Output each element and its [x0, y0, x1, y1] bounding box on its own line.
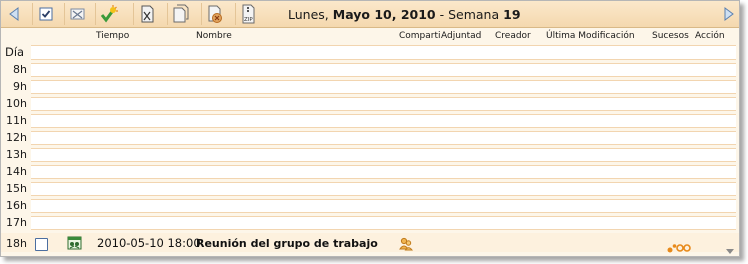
hour-label: 12h	[6, 131, 27, 144]
hour-slot[interactable]	[31, 97, 736, 111]
hour-slot[interactable]	[31, 199, 736, 213]
column-creador[interactable]: Creador	[495, 31, 531, 41]
event-select-checkbox[interactable]	[35, 238, 48, 251]
event-name-link[interactable]: Reunión del grupo de trabajo	[196, 237, 378, 250]
calendar-day-view: ZIP Lunes, Mayo 10, 2010 - Semana 19 Tie…	[0, 0, 740, 257]
day-slot[interactable]	[31, 45, 736, 60]
triangle-right-icon	[724, 7, 734, 21]
hour-label: 9h	[13, 80, 27, 93]
hour-row: 9h	[1, 78, 739, 95]
hour-row: 8h	[1, 61, 739, 78]
shared-people-icon[interactable]	[399, 236, 414, 255]
column-accion[interactable]: Acción	[695, 31, 725, 41]
column-sucesos[interactable]: Sucesos	[652, 31, 689, 41]
toolbar: ZIP Lunes, Mayo 10, 2010 - Semana 19	[1, 1, 739, 28]
hour-label: 10h	[6, 97, 27, 110]
chevron-down-icon[interactable]	[725, 240, 735, 256]
checkbox-check-icon	[39, 7, 52, 21]
hour-label: 8h	[13, 63, 27, 76]
hour-slot[interactable]	[31, 182, 736, 196]
export-zip-button[interactable]: ZIP	[235, 3, 261, 25]
column-header: Tiempo Nombre Comparti Adjuntad Creador …	[1, 28, 739, 44]
triangle-left-icon	[9, 7, 19, 21]
group-meeting-icon	[67, 235, 82, 254]
event-time: 2010-05-10 18:00	[97, 236, 201, 250]
hour-row: 14h	[1, 163, 739, 180]
hour-label: 11h	[6, 114, 27, 127]
svg-text:ZIP: ZIP	[244, 17, 253, 23]
hour-slot[interactable]	[31, 114, 736, 128]
hour-row: 10h	[1, 95, 739, 112]
zip-archive-icon: ZIP	[242, 4, 254, 24]
next-day-button[interactable]	[722, 6, 736, 22]
envelope-x-icon	[70, 8, 85, 20]
hour-label: 18h	[6, 237, 27, 250]
hour-row: 15h	[1, 180, 739, 197]
column-ultima-modificacion[interactable]: Última Modificación	[546, 31, 635, 41]
hour-label: 15h	[6, 182, 27, 195]
event-row[interactable]: 18h 2010-05-10 18:00 Reunión del grupo d…	[1, 233, 739, 255]
new-event-button[interactable]	[95, 3, 121, 25]
prev-day-button[interactable]	[7, 6, 21, 22]
deselect-button[interactable]	[64, 3, 90, 25]
hour-slot[interactable]	[31, 165, 736, 179]
hour-slot[interactable]	[31, 131, 736, 145]
actions-gear-icon[interactable]	[667, 238, 693, 256]
duplicate-button[interactable]	[167, 3, 193, 25]
week-number: 19	[503, 7, 521, 22]
hour-row: 11h	[1, 112, 739, 129]
hour-label: 17h	[6, 216, 27, 229]
hour-row: 12h	[1, 129, 739, 146]
hour-slot[interactable]	[31, 63, 736, 77]
duplicate-document-icon	[173, 4, 188, 23]
week-prefix: - Semana	[439, 7, 500, 22]
copy-move-icon	[141, 5, 153, 23]
delete-document-icon	[208, 5, 222, 23]
select-all-button[interactable]	[32, 3, 58, 25]
delete-button[interactable]	[201, 3, 227, 25]
move-button[interactable]	[133, 3, 159, 25]
hour-slot[interactable]	[31, 216, 736, 230]
day-label: Día	[5, 45, 25, 59]
current-date-title: Lunes, Mayo 10, 2010 - Semana 19	[288, 7, 521, 22]
hour-label: 13h	[6, 148, 27, 161]
hour-row: 17h	[1, 214, 739, 231]
date-bold: Mayo 10, 2010	[332, 7, 436, 22]
hour-slot[interactable]	[31, 148, 736, 162]
hour-slot[interactable]	[31, 80, 736, 94]
hour-row: 16h	[1, 197, 739, 214]
column-tiempo[interactable]: Tiempo	[96, 31, 129, 41]
column-adjuntado[interactable]: Adjuntad	[441, 31, 481, 41]
column-nombre[interactable]: Nombre	[196, 31, 232, 41]
date-prefix: Lunes,	[288, 7, 329, 22]
hour-label: 16h	[6, 199, 27, 212]
hour-label: 14h	[6, 165, 27, 178]
new-event-sparkle-check-icon	[100, 5, 118, 23]
column-compartido[interactable]: Comparti	[399, 31, 441, 41]
hour-row: 13h	[1, 146, 739, 163]
